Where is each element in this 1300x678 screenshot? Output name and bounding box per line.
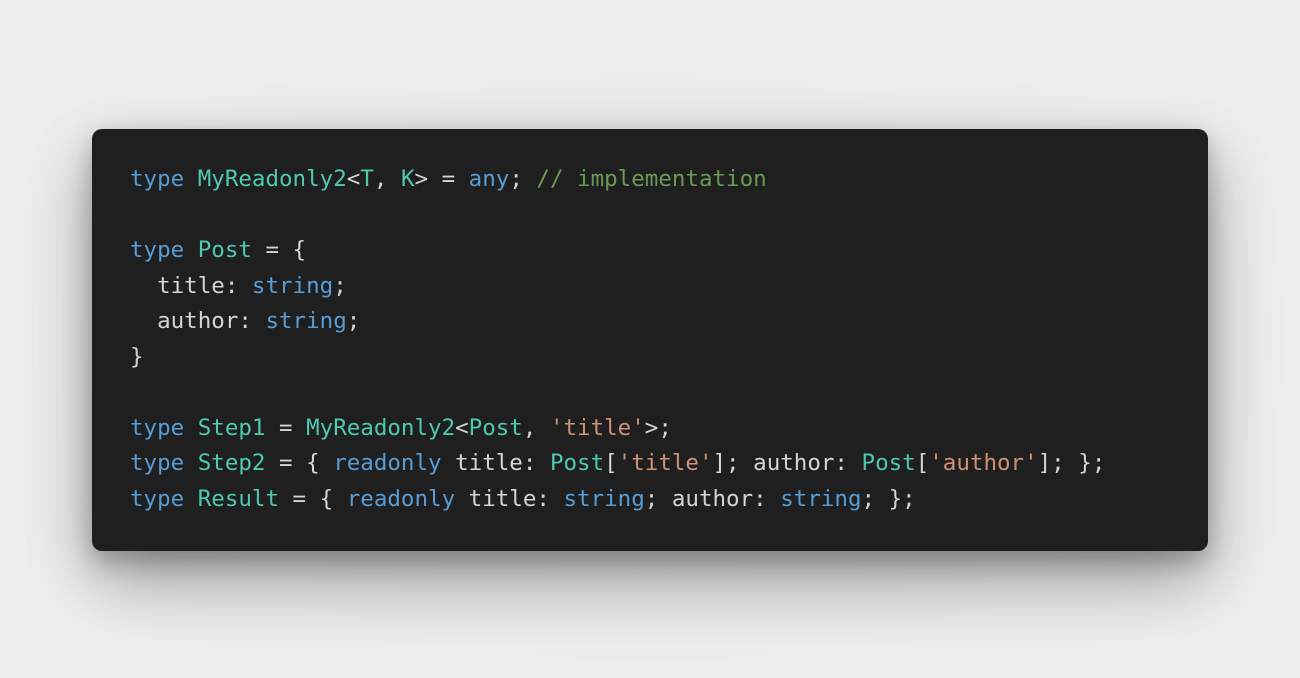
code-token-type: Step1 [197,414,266,441]
code-token-keyword: type [130,450,185,476]
code-token-plain: = { [279,485,347,512]
code-token-string: 'title' [549,414,645,441]
code-token-keyword: type [130,414,185,441]
code-token-keyword: readonly [346,485,456,512]
code-line: author: string; [130,304,1208,340]
code-token-plain: title: [130,272,252,299]
code-line: type Step2 = { readonly title: Post['tit… [130,446,1208,482]
code-token-type: Result [197,485,280,512]
code-token-string: 'title' [617,450,713,476]
code-token-plain: ; [333,272,347,299]
code-token-plain: ; [509,166,537,192]
code-line: type Post = { [130,233,1208,269]
code-token-type: MyReadonly2 [306,414,456,441]
code-token-keyword: string [563,485,645,512]
code-line: title: string; [130,269,1208,305]
code-token-plain: title: [441,450,550,476]
code-line: } [130,340,1208,376]
code-token-type: MyReadonly2 [197,166,347,192]
code-token-plain: , [373,166,401,192]
code-token-string: 'author' [929,450,1038,476]
code-token-keyword: type [130,166,185,192]
code-token-plain: } [130,343,144,370]
code-token-keyword: readonly [333,450,442,476]
code-token-plain: , [522,414,550,441]
code-token-plain: ; }; [861,485,916,512]
code-token-type: T [360,166,374,192]
code-line: type MyReadonly2<T, K> = any; // impleme… [130,162,1208,198]
code-token-plain: ]; author: [712,450,862,476]
code-token-keyword: type [130,485,185,512]
code-token-keyword: string [251,272,334,299]
code-token-plain: ; author: [644,485,781,512]
code-token-plain: title: [455,485,564,512]
code-token-plain: ]; }; [1037,450,1106,476]
code-token-plain: ; [346,308,361,334]
code-token-keyword: type [130,237,185,263]
code-token-plain: > = [414,166,469,192]
code-token-type: K [400,166,415,192]
code-token-type: Post [197,237,252,263]
code-line: type Step1 = MyReadonly2<Post, 'title'>; [130,411,1208,447]
code-token-plain: < [455,414,469,441]
code-token-plain: < [346,166,361,192]
code-snippet-window: type MyReadonly2<T, K> = any; // impleme… [92,129,1208,551]
code-token-type: Step2 [197,450,266,476]
code-token-plain: >; [644,414,672,441]
code-token-plain: = { [251,237,307,263]
code-token-plain: [ [915,450,930,476]
code-token-keyword: string [265,308,347,334]
code-line: type Result = { readonly title: string; … [130,482,1208,518]
code-token-type: Post [468,414,523,441]
code-token-keyword: any [468,166,510,192]
code-token-plain: author: [130,308,266,334]
code-token-comment: // implementation [536,166,767,192]
code-token-type: Post [861,450,916,476]
code-token-type: Post [549,450,605,476]
code-token-plain: [ [604,450,618,476]
code-token-plain: = [265,414,307,441]
code-block[interactable]: type MyReadonly2<T, K> = any; // impleme… [130,162,1208,517]
code-token-keyword: string [780,485,862,512]
code-token-plain: = { [265,450,334,476]
